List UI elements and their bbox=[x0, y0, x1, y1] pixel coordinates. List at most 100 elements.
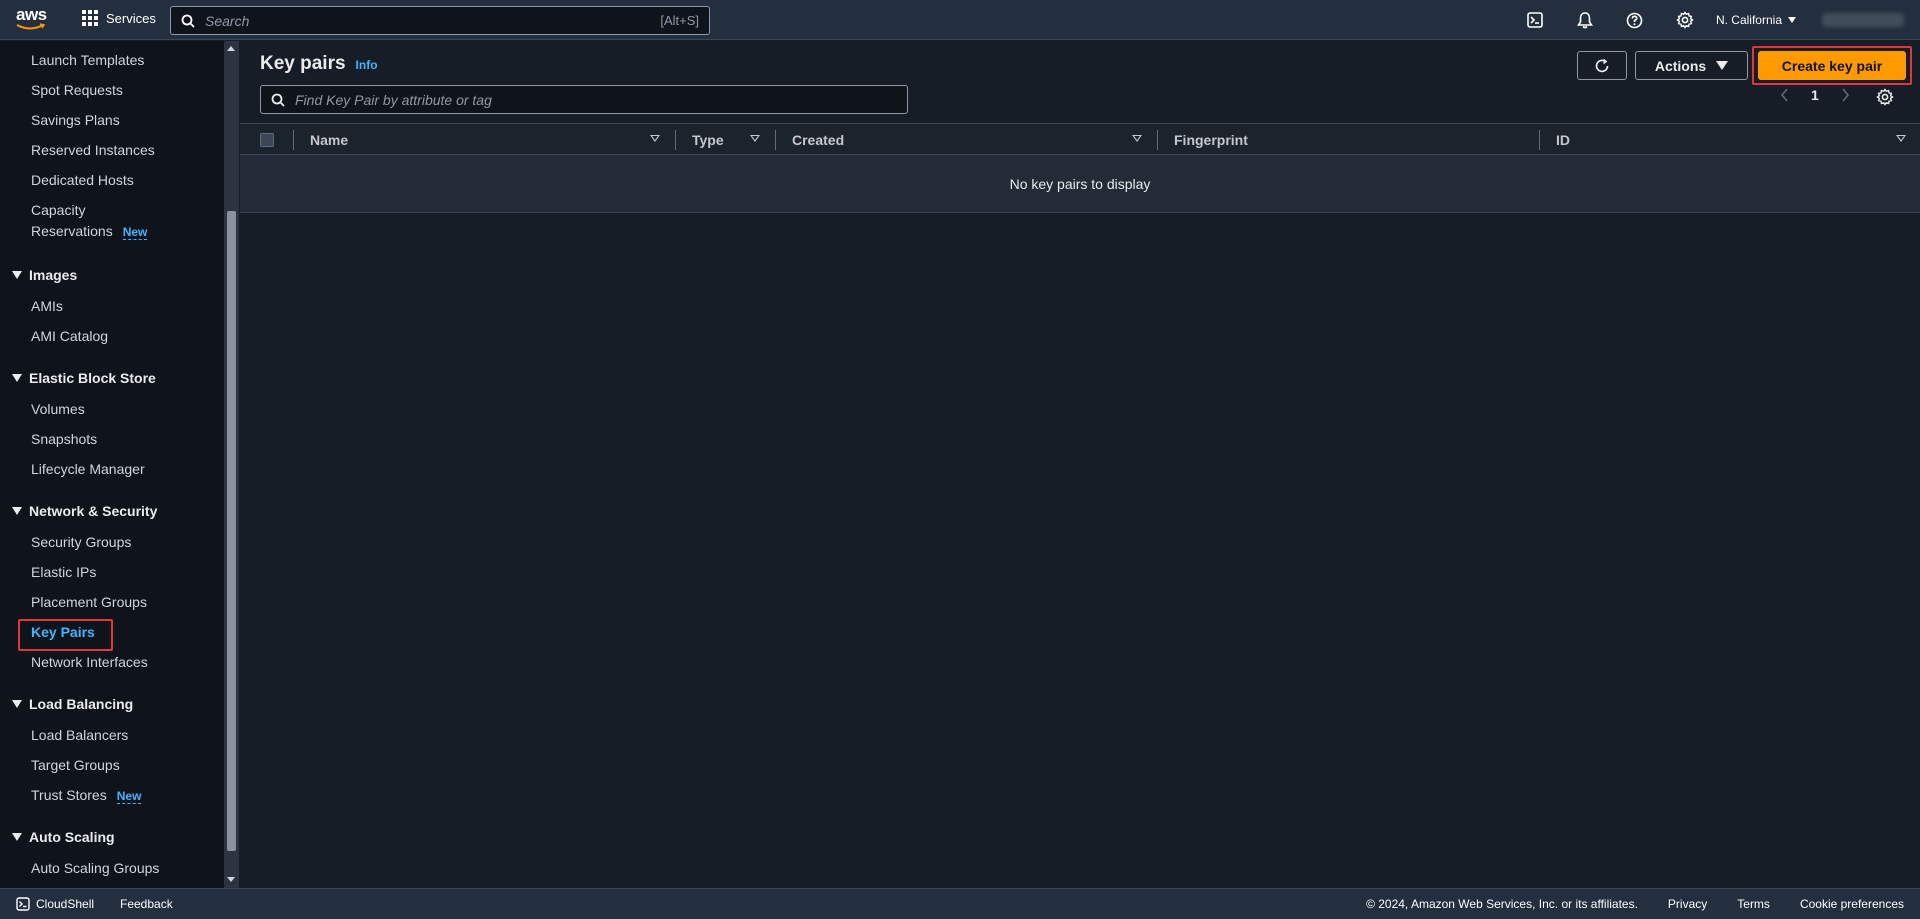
nav-right-group: N. California bbox=[1510, 0, 1920, 40]
terminal-icon bbox=[1527, 12, 1543, 28]
sidebar-item-elastic-ips[interactable]: Elastic IPs bbox=[31, 564, 96, 580]
caret-down-icon bbox=[12, 271, 22, 279]
privacy-link[interactable]: Privacy bbox=[1668, 897, 1707, 911]
empty-state-row: No key pairs to display bbox=[240, 155, 1920, 213]
sidebar-section-images[interactable]: Images bbox=[12, 267, 77, 283]
caret-down-icon bbox=[12, 374, 22, 382]
services-menu-button[interactable]: Services bbox=[82, 10, 156, 26]
terms-link[interactable]: Terms bbox=[1737, 897, 1770, 911]
column-header-created[interactable]: Created bbox=[792, 124, 844, 156]
notifications-button[interactable] bbox=[1560, 0, 1610, 40]
sidebar-section-auto-scaling[interactable]: Auto Scaling bbox=[12, 829, 115, 845]
refresh-icon bbox=[1595, 58, 1609, 72]
footer-right-links: © 2024, Amazon Web Services, Inc. or its… bbox=[1366, 897, 1904, 911]
sidebar-item-savings-plans[interactable]: Savings Plans bbox=[31, 112, 120, 128]
sidebar-item-capacity-line2-wrap: Reservations New bbox=[31, 223, 148, 240]
gear-icon bbox=[1676, 11, 1694, 29]
sidebar-item-trust-stores-label: Trust Stores bbox=[31, 787, 107, 803]
sidebar-item-load-balancers[interactable]: Load Balancers bbox=[31, 727, 128, 743]
sidebar-item-auto-scaling-groups[interactable]: Auto Scaling Groups bbox=[31, 860, 159, 876]
caret-down-icon bbox=[12, 700, 22, 708]
table-preferences-button[interactable] bbox=[1876, 88, 1894, 106]
settings-button[interactable] bbox=[1660, 0, 1710, 40]
filter-caret-icon[interactable] bbox=[750, 135, 760, 142]
feedback-link[interactable]: Feedback bbox=[120, 897, 173, 911]
cloudshell-footer-button[interactable]: CloudShell bbox=[16, 897, 94, 911]
scrollbar-thumb[interactable] bbox=[227, 211, 236, 851]
cloudshell-label: CloudShell bbox=[36, 897, 95, 911]
sidebar-item-capacity-reservations[interactable]: Capacity Reservations New bbox=[31, 202, 148, 240]
sidebar-item-volumes[interactable]: Volumes bbox=[31, 401, 85, 417]
global-search-input[interactable] bbox=[205, 12, 661, 29]
scroll-up-arrow-icon[interactable] bbox=[227, 46, 235, 51]
sidebar-navigation: Launch Templates Spot Requests Savings P… bbox=[0, 41, 224, 888]
column-header-fingerprint[interactable]: Fingerprint bbox=[1174, 124, 1248, 156]
sidebar-item-trust-stores[interactable]: Trust Stores New bbox=[31, 787, 142, 804]
page-header: Key pairs Info bbox=[260, 53, 378, 75]
aws-logo[interactable]: aws bbox=[16, 6, 50, 34]
filter-caret-icon[interactable] bbox=[1132, 135, 1142, 142]
actions-label: Actions bbox=[1654, 57, 1707, 74]
scroll-down-arrow-icon[interactable] bbox=[227, 877, 235, 882]
cloudshell-nav-button[interactable] bbox=[1510, 0, 1560, 40]
actions-dropdown-button[interactable]: Actions bbox=[1635, 51, 1748, 80]
column-header-name[interactable]: Name bbox=[310, 124, 348, 156]
sidebar-section-ebs[interactable]: Elastic Block Store bbox=[12, 370, 156, 386]
column-divider bbox=[1157, 130, 1158, 150]
sidebar-item-target-groups[interactable]: Target Groups bbox=[31, 757, 120, 773]
help-button[interactable] bbox=[1610, 0, 1660, 40]
sidebar-item-lifecycle-manager[interactable]: Lifecycle Manager bbox=[31, 461, 145, 477]
column-divider bbox=[293, 130, 294, 150]
sidebar-item-dedicated-hosts[interactable]: Dedicated Hosts bbox=[31, 172, 134, 188]
sidebar-item-spot-requests[interactable]: Spot Requests bbox=[31, 82, 123, 98]
new-badge: New bbox=[122, 225, 148, 240]
sidebar-section-load-balancing[interactable]: Load Balancing bbox=[12, 696, 133, 712]
sidebar-item-snapshots[interactable]: Snapshots bbox=[31, 431, 97, 447]
copyright-text: © 2024, Amazon Web Services, Inc. or its… bbox=[1366, 897, 1638, 911]
terminal-icon bbox=[16, 897, 30, 911]
aws-logo-text: aws bbox=[16, 5, 47, 24]
filter-search[interactable] bbox=[260, 85, 908, 114]
sidebar-item-ami-catalog[interactable]: AMI Catalog bbox=[31, 328, 108, 344]
sidebar-item-launch-templates[interactable]: Launch Templates bbox=[31, 52, 144, 68]
global-search[interactable]: [Alt+S] bbox=[170, 6, 710, 35]
sidebar-item-key-pairs[interactable]: Key Pairs bbox=[31, 624, 95, 640]
select-all-checkbox[interactable] bbox=[260, 133, 274, 147]
account-menu-blurred[interactable] bbox=[1822, 13, 1904, 27]
sidebar-item-placement-groups[interactable]: Placement Groups bbox=[31, 594, 147, 610]
refresh-button[interactable] bbox=[1577, 51, 1627, 80]
sidebar-section-label: Load Balancing bbox=[29, 696, 134, 712]
bell-icon bbox=[1576, 11, 1593, 28]
sidebar-item-security-groups[interactable]: Security Groups bbox=[31, 534, 131, 550]
top-navigation: aws Services [Alt+S] N. California bbox=[0, 0, 1920, 40]
chevron-left-icon[interactable] bbox=[1780, 88, 1789, 102]
page-number[interactable]: 1 bbox=[1811, 87, 1819, 103]
sidebar-section-label: Elastic Block Store bbox=[29, 370, 156, 386]
cookie-preferences-link[interactable]: Cookie preferences bbox=[1800, 897, 1904, 911]
sidebar-item-reserved-instances[interactable]: Reserved Instances bbox=[31, 142, 155, 158]
sidebar-item-network-interfaces[interactable]: Network Interfaces bbox=[31, 654, 148, 670]
sidebar-item-amis[interactable]: AMIs bbox=[31, 298, 63, 314]
sidebar-scrollbar[interactable] bbox=[224, 41, 239, 888]
sidebar-item-capacity-line2: Reservations bbox=[31, 223, 113, 239]
filter-caret-icon[interactable] bbox=[1896, 135, 1906, 142]
chevron-right-icon[interactable] bbox=[1841, 88, 1850, 102]
aws-smile-icon bbox=[16, 23, 46, 30]
table-header-row: Name Type Created Fingerprint ID bbox=[240, 123, 1920, 155]
sidebar-section-network-security[interactable]: Network & Security bbox=[12, 503, 157, 519]
column-header-id[interactable]: ID bbox=[1556, 124, 1570, 156]
column-divider bbox=[775, 130, 776, 150]
region-label: N. California bbox=[1715, 13, 1782, 27]
filter-search-input[interactable] bbox=[295, 91, 897, 108]
filter-caret-icon[interactable] bbox=[650, 135, 660, 142]
caret-down-icon bbox=[12, 833, 22, 841]
caret-down-icon bbox=[1716, 61, 1729, 70]
column-header-type[interactable]: Type bbox=[692, 124, 724, 156]
sidebar-section-label: Network & Security bbox=[29, 503, 158, 519]
region-selector[interactable]: N. California bbox=[1716, 13, 1796, 27]
column-divider bbox=[675, 130, 676, 150]
help-icon bbox=[1627, 12, 1643, 28]
create-key-pair-button[interactable]: Create key pair bbox=[1758, 51, 1906, 80]
info-link[interactable]: Info bbox=[356, 58, 378, 72]
chevron-down-icon bbox=[1788, 17, 1796, 23]
